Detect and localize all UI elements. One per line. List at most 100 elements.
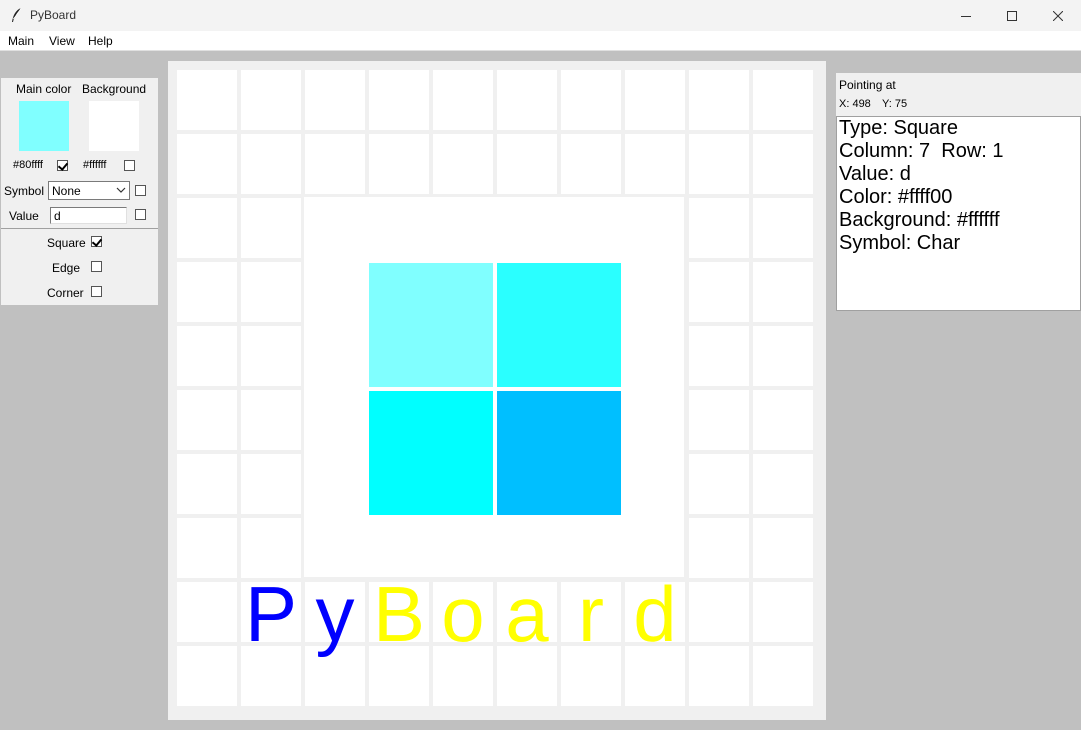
minimize-button[interactable] xyxy=(943,0,989,31)
board-cell[interactable] xyxy=(177,390,237,450)
maximize-button[interactable] xyxy=(989,0,1035,31)
board-cell[interactable] xyxy=(241,518,301,578)
board-cell[interactable] xyxy=(753,70,813,130)
close-button[interactable] xyxy=(1035,0,1081,31)
board-cell[interactable] xyxy=(241,326,301,386)
title-letter: a xyxy=(505,570,549,658)
feather-icon xyxy=(12,7,22,22)
symbol-label: Symbol xyxy=(4,184,45,198)
board-cell[interactable] xyxy=(689,454,749,514)
colored-square[interactable] xyxy=(497,263,621,387)
background-hex: #ffffff xyxy=(83,159,107,171)
board-cell[interactable] xyxy=(241,454,301,514)
board-cell[interactable] xyxy=(497,70,557,130)
background-checkbox[interactable] xyxy=(124,160,135,171)
board-cell[interactable] xyxy=(625,70,685,130)
square-label: Square xyxy=(47,236,86,250)
menu-view[interactable]: View xyxy=(49,34,75,48)
title-letter: o xyxy=(441,570,485,658)
board-center-area xyxy=(304,197,684,577)
pointing-at-label: Pointing at xyxy=(839,78,896,92)
symbol-select-value: None xyxy=(52,184,81,198)
pointer-y: Y: 75 xyxy=(882,98,908,110)
board-cell[interactable] xyxy=(753,518,813,578)
board-cell[interactable] xyxy=(369,70,429,130)
board-cell[interactable] xyxy=(433,134,493,194)
info-line: Type: Square xyxy=(839,117,958,139)
board-cell[interactable] xyxy=(689,582,749,642)
board-cell[interactable] xyxy=(177,198,237,258)
board-cell[interactable] xyxy=(753,582,813,642)
menu-bar: Main View Help xyxy=(0,31,1081,51)
value-label: Value xyxy=(9,209,39,223)
board-cell[interactable] xyxy=(561,134,621,194)
board-cell[interactable] xyxy=(177,518,237,578)
maximize-icon xyxy=(1007,10,1017,21)
board-cell[interactable] xyxy=(177,646,237,706)
board-cell[interactable] xyxy=(753,390,813,450)
info-line: Symbol: Char xyxy=(839,232,961,254)
game-board[interactable]: PyBoard xyxy=(168,61,826,720)
board-cell[interactable] xyxy=(753,646,813,706)
board-cell[interactable] xyxy=(241,134,301,194)
board-cell[interactable] xyxy=(561,70,621,130)
colored-square[interactable] xyxy=(369,263,493,387)
board-cell[interactable] xyxy=(689,70,749,130)
board-cell[interactable] xyxy=(753,198,813,258)
board-cell[interactable] xyxy=(177,70,237,130)
board-cell[interactable] xyxy=(241,390,301,450)
board-cell[interactable] xyxy=(305,70,365,130)
board-cell[interactable] xyxy=(177,262,237,322)
corner-label: Corner xyxy=(47,286,84,300)
board-cell[interactable] xyxy=(689,134,749,194)
board-cell[interactable] xyxy=(305,134,365,194)
board-cell[interactable] xyxy=(689,326,749,386)
board-cell[interactable] xyxy=(753,134,813,194)
board-cell[interactable] xyxy=(753,262,813,322)
value-checkbox[interactable] xyxy=(135,209,146,220)
board-cell[interactable] xyxy=(625,134,685,194)
menu-main[interactable]: Main xyxy=(8,34,34,48)
title-letter: y xyxy=(315,570,355,658)
board-cell[interactable] xyxy=(689,390,749,450)
background-color-swatch[interactable] xyxy=(89,101,139,151)
info-textbox[interactable]: Type: Square Column: 7 Row: 1 Value: d Colo… xyxy=(836,116,1081,311)
board-cell[interactable] xyxy=(241,70,301,130)
info-line: Background: #ffffff xyxy=(839,209,1000,231)
symbol-select[interactable]: None xyxy=(48,181,130,200)
value-input[interactable]: d xyxy=(50,207,127,224)
board-cell[interactable] xyxy=(753,454,813,514)
colored-square[interactable] xyxy=(369,391,493,515)
board-cell[interactable] xyxy=(689,262,749,322)
title-letter: B xyxy=(372,570,426,658)
board-cell[interactable] xyxy=(689,198,749,258)
pointer-x: X: 498 xyxy=(839,98,871,110)
square-checkbox[interactable] xyxy=(91,236,102,247)
info-line: Color: #ffff00 xyxy=(839,186,953,208)
board-cell[interactable] xyxy=(369,134,429,194)
menu-help[interactable]: Help xyxy=(88,34,113,48)
board-cell[interactable] xyxy=(177,582,237,642)
board-cell[interactable] xyxy=(689,646,749,706)
edge-label: Edge xyxy=(52,261,81,275)
main-color-checkbox[interactable] xyxy=(57,160,68,171)
board-cell[interactable] xyxy=(177,454,237,514)
board-cell[interactable] xyxy=(177,134,237,194)
minimize-icon xyxy=(961,15,971,17)
board-cell[interactable] xyxy=(241,198,301,258)
main-color-hex: #80ffff xyxy=(13,159,43,171)
main-color-swatch[interactable] xyxy=(19,101,69,151)
board-cell[interactable] xyxy=(497,134,557,194)
info-line: Value: d xyxy=(839,163,911,185)
board-cell[interactable] xyxy=(689,518,749,578)
board-cell[interactable] xyxy=(433,70,493,130)
edge-checkbox[interactable] xyxy=(91,261,102,272)
board-cell[interactable] xyxy=(753,326,813,386)
board-cell[interactable] xyxy=(177,326,237,386)
corner-checkbox[interactable] xyxy=(91,286,102,297)
board-cell[interactable] xyxy=(241,262,301,322)
symbol-checkbox[interactable] xyxy=(135,185,146,196)
colored-square[interactable] xyxy=(497,391,621,515)
window-title: PyBoard xyxy=(30,8,77,22)
tool-panel: Main color Background #80ffff #ffffff Sy… xyxy=(1,78,158,305)
